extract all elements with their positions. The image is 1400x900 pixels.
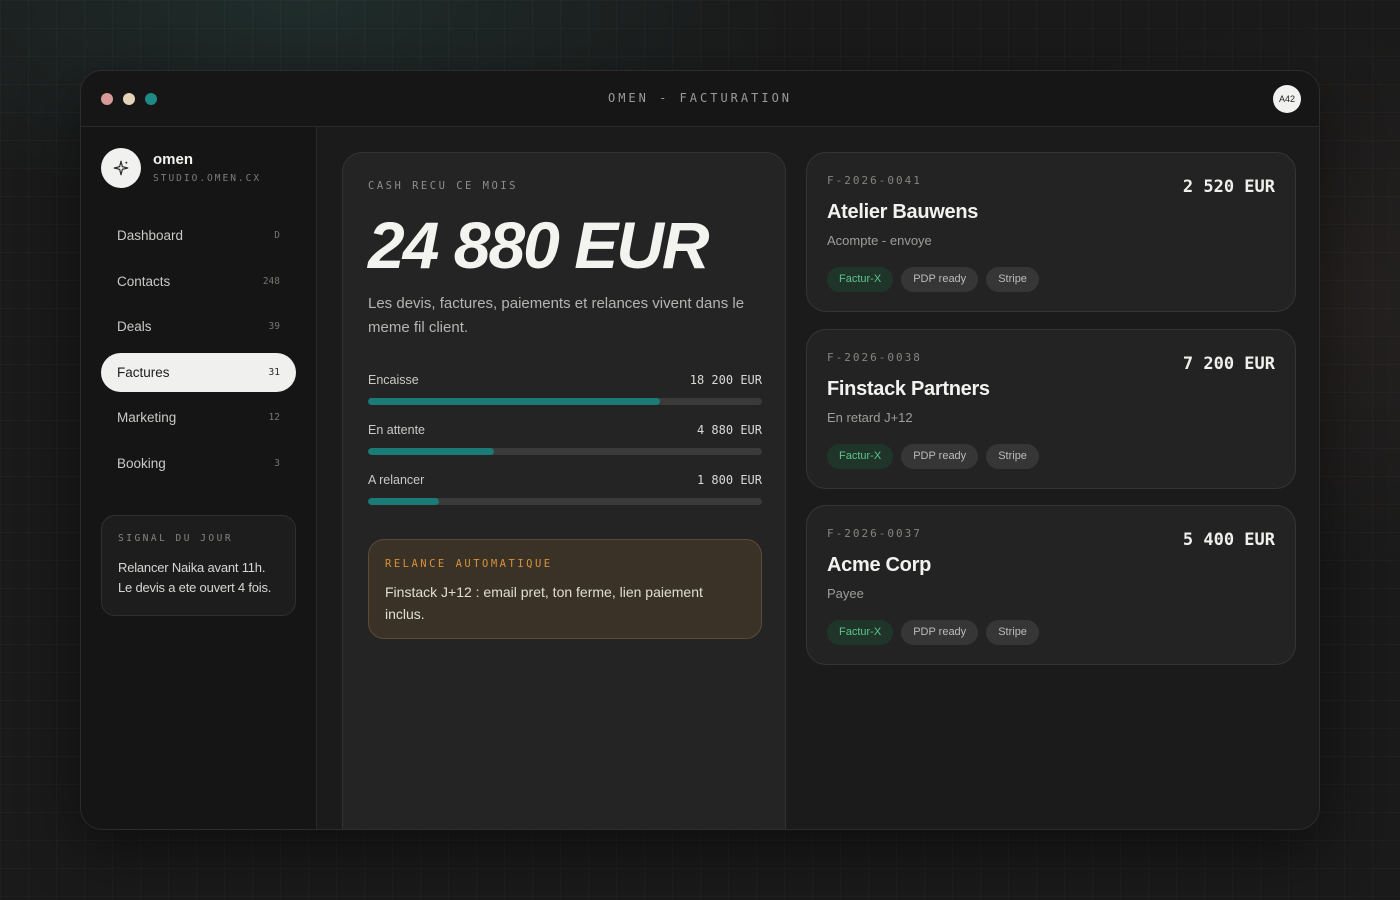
invoice-tags: Factur-X PDP ready Stripe (827, 444, 1039, 469)
progress-fill (368, 498, 439, 505)
signal-text: Relancer Naika avant 11h. Le devis a ete… (118, 558, 279, 598)
sidebar-item-label: Contacts (117, 273, 171, 289)
tag-stripe: Stripe (986, 444, 1039, 469)
cash-panel: CASH RECU CE MOIS 24 880 EUR Les devis, … (342, 152, 786, 829)
progress-label: A relancer (368, 473, 425, 487)
tag-facturx: Factur-X (827, 444, 894, 469)
relance-text: Finstack J+12 : email pret, ton ferme, l… (385, 584, 703, 622)
invoice-tags: Factur-X PDP ready Stripe (827, 267, 1039, 292)
sidebar-item-label: Booking (117, 455, 166, 471)
invoice-code: F-2026-0038 (827, 351, 922, 364)
progress-track (368, 448, 762, 455)
progress-track (368, 398, 762, 405)
tag-facturx: Factur-X (827, 267, 894, 292)
tag-stripe: Stripe (986, 267, 1039, 292)
invoice-tags: Factur-X PDP ready Stripe (827, 620, 1039, 645)
window-title: OMEN - FACTURATION (607, 91, 793, 105)
tag-stripe: Stripe (986, 620, 1039, 645)
tag-pdp-ready: PDP ready (901, 444, 979, 469)
progress-label: En attente (368, 423, 425, 437)
sidebar-item-label: Factures (117, 364, 170, 380)
sidebar-item-label: Deals (117, 319, 152, 334)
invoice-status: Payee (827, 586, 864, 601)
sparkle-icon[interactable] (101, 148, 141, 188)
sidebar-item-count: 31 (268, 366, 280, 378)
brand-subtitle: STUDIO.OMEN.CX (153, 173, 262, 184)
tag-facturx: Factur-X (827, 620, 894, 645)
sidebar-item-count: 39 (268, 321, 280, 332)
title-bar: OMEN - FACTURATION A42 (81, 71, 1319, 127)
progress-amount: 18 200 EUR (689, 373, 762, 387)
invoice-card[interactable]: F-2026-0041 2 520 EUR Atelier Bauwens Ac… (806, 152, 1296, 312)
invoice-amount: 7 200 EUR (1182, 354, 1275, 374)
avatar[interactable]: A42 (1273, 85, 1301, 113)
progress-fill (368, 398, 660, 405)
invoice-card[interactable]: F-2026-0037 5 400 EUR Acme Corp Payee Fa… (806, 505, 1296, 665)
progress-amount: 1 800 EUR (696, 473, 762, 487)
tag-pdp-ready: PDP ready (901, 620, 979, 645)
invoice-code: F-2026-0037 (827, 527, 922, 540)
progress-track (368, 498, 762, 505)
brand-name: omen (153, 151, 194, 168)
invoice-code: F-2026-0041 (827, 174, 922, 187)
relance-card[interactable]: RELANCE AUTOMATIQUE Finstack J+12 : emai… (368, 539, 762, 639)
progress-encaisse: Encaisse 18 200 EUR (368, 373, 762, 413)
sidebar-item-contacts[interactable]: Contacts 248 (101, 262, 296, 301)
sidebar-item-count: D (274, 230, 280, 241)
signal-line: Relancer Naika avant 11h. (118, 560, 266, 575)
sidebar-item-booking[interactable]: Booking 3 (101, 444, 296, 483)
progress-en-attente: En attente 4 880 EUR (368, 423, 762, 463)
tag-pdp-ready: PDP ready (901, 267, 979, 292)
sidebar-item-factures[interactable]: Factures 31 (101, 352, 296, 392)
signal-label: SIGNAL DU JOUR (118, 533, 234, 544)
invoice-amount: 5 400 EUR (1182, 530, 1275, 550)
progress-a-relancer: A relancer 1 800 EUR (368, 473, 762, 513)
invoice-client: Atelier Bauwens (827, 201, 979, 223)
sidebar-item-dashboard[interactable]: Dashboard D (101, 216, 296, 255)
progress-fill (368, 448, 495, 455)
sidebar-item-count: 248 (262, 275, 280, 287)
invoice-status: En retard J+12 (827, 410, 913, 425)
sidebar-item-marketing[interactable]: Marketing 12 (101, 398, 296, 437)
sidebar-nav: Dashboard D Contacts 248 Deals 39 Factur… (101, 216, 296, 489)
cash-label: CASH RECU CE MOIS (368, 180, 518, 192)
sidebar-item-label: Dashboard (117, 228, 184, 243)
signal-card: SIGNAL DU JOUR Relancer Naika avant 11h.… (101, 515, 296, 616)
invoice-client: Acme Corp (827, 554, 931, 576)
sidebar: omen STUDIO.OMEN.CX Dashboard D Contacts… (81, 127, 317, 829)
sidebar-item-deals[interactable]: Deals 39 (101, 307, 296, 346)
invoice-status: Acompte - envoye (827, 233, 932, 248)
progress-amount: 4 880 EUR (696, 423, 762, 437)
invoice-client: Finstack Partners (827, 378, 990, 400)
progress-label: Encaisse (368, 373, 419, 387)
cash-description: Les devis, factures, paiements et relanc… (368, 295, 745, 336)
sidebar-item-count: 12 (268, 412, 280, 423)
sidebar-item-count: 3 (274, 457, 280, 469)
cash-total: 24 880 EUR (368, 208, 710, 282)
invoice-card[interactable]: F-2026-0038 7 200 EUR Finstack Partners … (806, 329, 1296, 489)
signal-line: Le devis a ete ouvert 4 fois. (118, 580, 272, 595)
relance-label: RELANCE AUTOMATIQUE (385, 558, 553, 570)
invoice-amount: 2 520 EUR (1182, 177, 1275, 197)
sidebar-item-label: Marketing (117, 410, 177, 425)
app-window: OMEN - FACTURATION A42 omen STUDIO.OMEN.… (80, 70, 1320, 830)
